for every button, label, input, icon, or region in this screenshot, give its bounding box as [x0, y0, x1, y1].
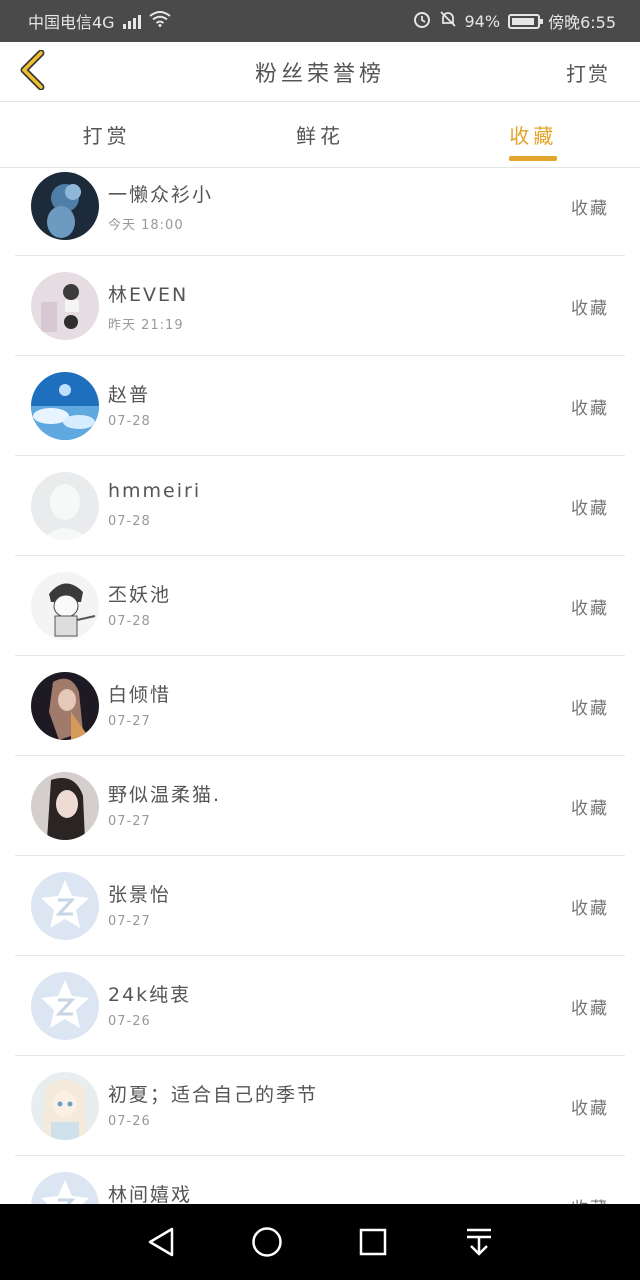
fan-name: 丕妖池: [108, 584, 172, 606]
clock-time: 傍晚6:55: [548, 13, 616, 32]
fan-time: 昨天 21:19: [108, 318, 184, 333]
carrier-label: 中国电信4G: [28, 13, 115, 32]
fan-name: 初夏；适合自己的季节: [108, 1084, 319, 1106]
fan-name: 林EVEN: [108, 284, 189, 306]
status-bar: 中国电信4G 94% 傍晚6:55: [0, 0, 640, 42]
fan-time: 07-26: [108, 1014, 151, 1029]
signal-icon: [122, 13, 141, 29]
list-item[interactable]: 初夏；适合自己的季节 07-26 收藏: [15, 1056, 625, 1156]
fan-action: 收藏: [571, 199, 609, 219]
fan-name: 张景怡: [108, 884, 172, 906]
avatar[interactable]: [31, 1172, 99, 1204]
fan-action: 收藏: [571, 299, 609, 319]
tab-flowers[interactable]: 鲜花: [213, 102, 426, 167]
back-button[interactable]: [10, 48, 54, 96]
fan-time: 07-27: [108, 814, 151, 829]
list-item[interactable]: 赵普 07-28 收藏: [15, 356, 625, 456]
avatar[interactable]: [31, 572, 99, 640]
fan-action: 收藏: [571, 899, 609, 919]
recents-square-icon[interactable]: [345, 1214, 401, 1270]
avatar[interactable]: [31, 372, 99, 440]
battery-percent: 94%: [464, 11, 501, 31]
avatar[interactable]: [31, 472, 99, 540]
tab-bar: 打赏 鲜花 收藏: [0, 102, 640, 168]
status-left: 中国电信4G: [28, 9, 171, 33]
list-item[interactable]: 24k纯衷 07-26 收藏: [15, 956, 625, 1056]
fan-time: 07-28: [108, 614, 151, 629]
system-nav-bar: [0, 1204, 640, 1280]
list-item[interactable]: 林EVEN 昨天 21:19 收藏: [15, 256, 625, 356]
fan-name: 赵普: [108, 384, 151, 406]
reward-button[interactable]: 打赏: [566, 58, 610, 87]
fan-time: 07-27: [108, 914, 151, 929]
fan-action: 收藏: [571, 399, 609, 419]
chevron-left-icon: [19, 49, 45, 94]
list-item[interactable]: 野似温柔猫. 07-27 收藏: [15, 756, 625, 856]
fan-time: 07-28: [108, 414, 151, 429]
status-right: 94% 傍晚6:55: [413, 9, 616, 33]
avatar[interactable]: [31, 272, 99, 340]
back-triangle-icon[interactable]: [133, 1214, 189, 1270]
fan-list: 一懒众衫小 今天 18:00 收藏 林EVEN 昨天 21:19 收藏 赵普 0…: [0, 168, 640, 1204]
fan-time: 07-28: [108, 514, 151, 529]
list-item[interactable]: 白倾惜 07-27 收藏: [15, 656, 625, 756]
fan-time: 07-26: [108, 1114, 151, 1129]
list-item[interactable]: hmmeiri 07-28 收藏: [15, 456, 625, 556]
avatar[interactable]: [31, 872, 99, 940]
home-circle-icon[interactable]: [239, 1214, 295, 1270]
wifi-icon: [148, 11, 171, 31]
list-item[interactable]: 张景怡 07-27 收藏: [15, 856, 625, 956]
fan-action: 收藏: [571, 699, 609, 719]
fan-name: 24k纯衷: [108, 984, 192, 1006]
tab-favorites[interactable]: 收藏: [427, 102, 640, 167]
fan-name: 白倾惜: [108, 684, 172, 706]
avatar[interactable]: [31, 772, 99, 840]
avatar[interactable]: [31, 172, 99, 240]
avatar[interactable]: [31, 672, 99, 740]
fan-name: 野似温柔猫.: [108, 784, 222, 806]
list-item[interactable]: 林间嬉戏 收藏: [15, 1156, 625, 1204]
fan-time: 07-27: [108, 714, 151, 729]
fan-name: hmmeiri: [108, 480, 202, 502]
page-title: 粉丝荣誉榜: [254, 61, 385, 87]
fan-action: 收藏: [571, 599, 609, 619]
mute-bell-icon: [439, 10, 457, 32]
avatar[interactable]: [31, 1072, 99, 1140]
notification-pull-icon[interactable]: [451, 1214, 507, 1270]
fan-action: 收藏: [571, 499, 609, 519]
alarm-icon: [413, 10, 431, 32]
battery-icon: [508, 13, 544, 29]
fan-action: 收藏: [571, 799, 609, 819]
avatar[interactable]: [31, 972, 99, 1040]
fan-name: 林间嬉戏: [108, 1184, 193, 1204]
fan-action: 收藏: [571, 1099, 609, 1119]
fan-action: 收藏: [571, 999, 609, 1019]
tab-reward[interactable]: 打赏: [0, 102, 213, 167]
fan-time: 今天 18:00: [108, 218, 184, 233]
title-bar: 粉丝荣誉榜 打赏: [0, 42, 640, 102]
fan-action: 收藏: [571, 1194, 609, 1204]
fan-name: 一懒众衫小: [108, 184, 214, 206]
list-item[interactable]: 丕妖池 07-28 收藏: [15, 556, 625, 656]
list-item[interactable]: 一懒众衫小 今天 18:00 收藏: [15, 168, 625, 256]
